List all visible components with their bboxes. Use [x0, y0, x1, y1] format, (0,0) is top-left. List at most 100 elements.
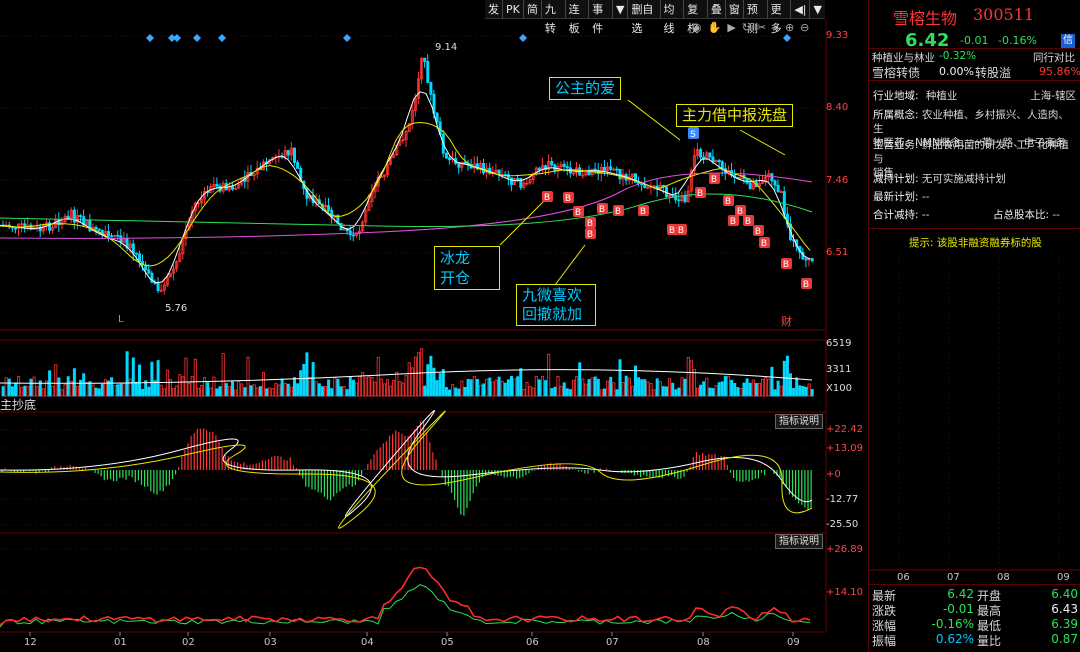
zoom-out-icon[interactable]: ⊖ — [800, 21, 809, 35]
volume-bar — [26, 386, 30, 397]
volume-bar — [699, 384, 703, 397]
rewind-icon[interactable]: « — [772, 21, 779, 35]
volume-bar — [761, 378, 765, 397]
high-price-label: 9.14 — [435, 42, 458, 53]
toolbar-item-ma[interactable]: 均线 — [661, 0, 685, 35]
latest-value: 6.42 — [947, 587, 974, 601]
volume-bar — [398, 381, 402, 397]
hand-icon[interactable]: ✋ — [708, 21, 722, 35]
toolbar-item-fa[interactable]: 发 — [485, 0, 503, 19]
stock-code: 300511 — [973, 5, 1035, 24]
quote-row: 最新 6.42 开盘 6.40 — [872, 587, 1080, 603]
buy-marker-label: B — [544, 193, 550, 203]
volume-bar — [727, 375, 731, 397]
toolbar-item-jiuzhuan[interactable]: 九转 — [542, 0, 566, 35]
annotation-jiuwei-line1: 九微喜欢 — [522, 286, 583, 304]
scissors-icon[interactable]: ✂ — [757, 21, 766, 35]
mini-month: 06 — [897, 572, 910, 583]
volume-bar — [482, 383, 486, 397]
volume-bar — [606, 380, 610, 397]
volume-bar — [63, 384, 67, 397]
volume-bar — [810, 389, 814, 397]
volume-bar — [116, 384, 120, 397]
volume-bar — [717, 382, 721, 397]
volume-bar — [801, 385, 805, 397]
volratio-key: 量比 — [977, 634, 1002, 648]
candle-body — [351, 234, 355, 237]
sector-name[interactable]: 种植业与林业 — [872, 50, 935, 65]
buy-marker-label: B — [697, 189, 703, 199]
toolbar-dropdown2-icon[interactable]: ▼ — [810, 0, 824, 19]
peer-compare-link[interactable]: 同行对比 — [1033, 50, 1075, 65]
toolbar-item-forecast[interactable]: 预测 — [744, 0, 768, 35]
macd-dif-line — [0, 410, 813, 517]
volume-bar — [513, 378, 517, 397]
volume-bar — [110, 377, 114, 397]
volume-bar — [612, 382, 616, 397]
bond-name[interactable]: 雪榕转债 — [872, 64, 920, 81]
volume-bar — [454, 387, 458, 397]
volume-bar — [1, 386, 5, 397]
mini-chart[interactable]: 06 07 08 09 — [869, 252, 1080, 583]
chart-tools-strip: ◉ ✋ ▶ ↻ ✂ « ⊕ ⊖ — [692, 21, 822, 35]
toolbar-item-remove-fav[interactable]: 删自选 — [628, 0, 661, 35]
toolbar-item-jian[interactable]: 简 — [524, 0, 542, 19]
volume-bar — [100, 383, 104, 397]
volume-bar — [137, 364, 141, 397]
sell-marker-label: S — [690, 130, 696, 140]
volume-bar — [509, 375, 513, 397]
changepct-value: -0.16% — [931, 617, 974, 631]
toolbar-item-more[interactable]: 更多 — [768, 0, 792, 35]
volume-bar — [376, 356, 380, 397]
volume-bar — [82, 373, 86, 397]
toolbar-item-adjust[interactable]: 复权 — [684, 0, 708, 35]
volume-bar — [178, 374, 182, 397]
indicator-help-button[interactable]: 指标说明 — [775, 414, 823, 429]
candle-body — [603, 166, 607, 171]
indicator2-help-button[interactable]: 指标说明 — [775, 534, 823, 549]
volume-bar — [804, 386, 808, 397]
toolbar-collapse-icon[interactable]: ◀| — [791, 0, 811, 19]
volume-bar — [525, 381, 529, 397]
volume-bar — [268, 387, 272, 397]
toolbar-item-event[interactable]: 事件 — [589, 0, 613, 35]
candle-body — [702, 156, 706, 159]
macd-axis-label: +0 — [826, 469, 841, 480]
volume-bar — [330, 388, 334, 397]
buy-marker-label: B — [599, 205, 605, 215]
volume-bar — [240, 383, 244, 397]
candle-body — [618, 168, 622, 180]
candle-body — [516, 178, 520, 180]
volume-bar — [770, 366, 774, 397]
volume-bar — [565, 388, 569, 397]
toolbar-item-window[interactable]: 窗 — [726, 0, 744, 19]
toolbar-dropdown-icon[interactable]: ▼ — [613, 0, 629, 19]
volume-bar — [655, 378, 659, 397]
month-label: 08 — [697, 637, 710, 648]
refresh-icon[interactable]: ↻ — [742, 21, 751, 35]
indicator-name-label[interactable]: 主抄底 — [0, 396, 36, 413]
volume-bar — [255, 387, 259, 397]
divider — [869, 48, 1080, 49]
volume-bar — [395, 371, 399, 397]
kline-chart-area[interactable]: BBBBBBBBBBBBBBBBBBBBS 发 PK 简 九转 连板 事件 ▼ … — [0, 0, 868, 652]
credit-badge[interactable]: 信 — [1061, 34, 1075, 48]
toolbar-item-lianban[interactable]: 连板 — [566, 0, 590, 35]
candle-body — [509, 177, 513, 185]
total-reduce-row: 合计减持: -- 占总股本比: -- — [873, 207, 1076, 222]
volume-bar — [227, 386, 231, 397]
buy-marker-label: B — [640, 207, 646, 217]
play-icon[interactable]: ▶ — [727, 21, 735, 35]
kline-canvas[interactable]: B BBBB B BB BBBBBBBBBBBBS — [0, 0, 868, 652]
candle-body — [131, 243, 135, 254]
marker-l: L — [118, 314, 124, 325]
zoom-in-icon[interactable]: ⊕ — [785, 21, 794, 35]
candle-body — [429, 82, 433, 95]
volume-bar — [234, 389, 238, 397]
toolbar-item-overlay[interactable]: 叠 — [708, 0, 726, 19]
toolbar-item-pk[interactable]: PK — [503, 0, 524, 19]
candle-body — [773, 180, 777, 186]
eye-icon[interactable]: ◉ — [692, 21, 702, 35]
volume-bar — [221, 353, 225, 397]
volume-bar — [689, 360, 693, 397]
